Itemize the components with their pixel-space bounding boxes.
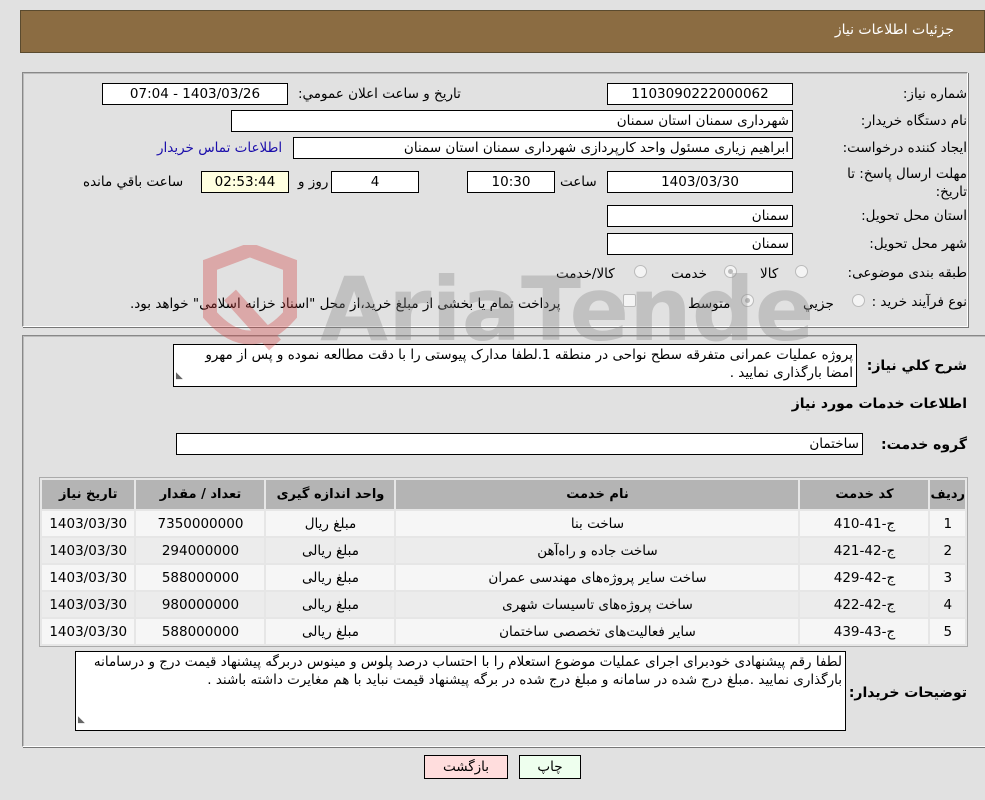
announce-date-label: تاريخ و ساعت اعلان عمومي: bbox=[298, 86, 461, 102]
buyer-notes-text: لطفا رقم پیشنهادی خودبرای اجرای عملیات م… bbox=[93, 654, 842, 688]
services-heading: اطلاعات خدمات مورد نياز bbox=[791, 396, 967, 412]
service-group-label: گروه خدمت: bbox=[881, 437, 967, 453]
cell-unit: مبلغ ریالی bbox=[266, 538, 395, 563]
cell-quantity: 588000000 bbox=[136, 619, 265, 644]
deadline-date-field[interactable]: 1403/03/30 bbox=[607, 171, 793, 193]
cell-need-date: 1403/03/30 bbox=[42, 565, 135, 590]
requester-label: ايجاد کننده درخواست: bbox=[842, 140, 967, 156]
buyer-org-label: نام دستگاه خريدار: bbox=[860, 113, 967, 129]
cell-unit: مبلغ ریالی bbox=[266, 592, 395, 617]
purchase-type-radio-minor[interactable] bbox=[852, 294, 865, 307]
table-row: 2 ج-42-421 ساخت جاده و راه‌آهن مبلغ ریالی 29… bbox=[42, 538, 965, 563]
remaining-time-label: ساعت باقي مانده bbox=[83, 174, 184, 190]
deadline-label: مهلت ارسال پاسخ: تا تاريخ: bbox=[847, 166, 967, 200]
buyer-contact-link[interactable]: اطلاعات تماس خريدار bbox=[157, 140, 282, 156]
cell-service-name: ساخت بنا bbox=[396, 511, 799, 536]
category-option-goods-service: کالا/خدمت bbox=[556, 266, 615, 282]
days-remaining-field[interactable]: 4 bbox=[331, 171, 419, 193]
table-header-row: رديف کد خدمت نام خدمت واحد اندازه گيری ت… bbox=[42, 480, 965, 509]
cell-need-date: 1403/03/30 bbox=[42, 592, 135, 617]
cell-service-name: ساخت جاده و راه‌آهن bbox=[396, 538, 799, 563]
cell-quantity: 294000000 bbox=[136, 538, 265, 563]
cell-row-number: 2 bbox=[930, 538, 965, 563]
cell-row-number: 1 bbox=[930, 511, 965, 536]
table-row: 5 ج-43-439 سایر فعالیت‌های تخصصی ساختمان مب… bbox=[42, 619, 965, 644]
city-field[interactable]: سمنان bbox=[607, 233, 793, 255]
table-row: 4 ج-42-422 ساخت پروژه‌های تاسیسات شهری مبلغ… bbox=[42, 592, 965, 617]
cell-service-code: ج-42-429 bbox=[800, 565, 929, 590]
purchase-type-label: نوع فرآيند خريد : bbox=[871, 294, 967, 310]
cell-service-code: ج-43-439 bbox=[800, 619, 929, 644]
services-table: رديف کد خدمت نام خدمت واحد اندازه گيری ت… bbox=[39, 477, 968, 647]
purchase-type-radio-medium[interactable] bbox=[741, 294, 754, 307]
cell-unit: مبلغ ریالی bbox=[266, 619, 395, 644]
cell-quantity: 980000000 bbox=[136, 592, 265, 617]
header-service-name: نام خدمت bbox=[396, 480, 799, 509]
header-quantity: تعداد / مقدار bbox=[136, 480, 265, 509]
announce-date-field[interactable]: 1403/03/26 - 07:04 bbox=[102, 83, 288, 105]
description-text: پروژه عملیات عمرانی متفرقه سطح نواحی در … bbox=[205, 347, 853, 381]
cell-quantity: 588000000 bbox=[136, 565, 265, 590]
header-need-date: تاريخ نياز bbox=[42, 480, 135, 509]
description-label: شرح کلي نياز: bbox=[866, 358, 967, 374]
requester-field[interactable]: ابراهیم زیاری مسئول واحد کارپردازی شهردا… bbox=[293, 137, 793, 159]
cell-quantity: 7350000000 bbox=[136, 511, 265, 536]
cell-need-date: 1403/03/30 bbox=[42, 511, 135, 536]
back-button[interactable]: بازگشت bbox=[424, 755, 508, 779]
remaining-time-field: 02:53:44 bbox=[201, 171, 289, 193]
table-row: 1 ج-41-410 ساخت بنا مبلغ ریال 7350000000 1403… bbox=[42, 511, 965, 536]
page-title: جزئیات اطلاعات نیاز bbox=[834, 22, 954, 38]
buyer-org-field[interactable]: شهرداری سمنان استان سمنان bbox=[231, 110, 793, 132]
days-label: روز و bbox=[298, 174, 329, 190]
need-number-field[interactable]: 1103090222000062 bbox=[607, 83, 793, 105]
cell-service-name: ساخت پروژه‌های تاسیسات شهری bbox=[396, 592, 799, 617]
cell-service-code: ج-41-410 bbox=[800, 511, 929, 536]
deadline-time-field[interactable]: 10:30 bbox=[467, 171, 555, 193]
services-table-wrapper: رديف کد خدمت نام خدمت واحد اندازه گيری ت… bbox=[39, 477, 968, 647]
description-textarea[interactable]: پروژه عملیات عمرانی متفرقه سطح نواحی در … bbox=[173, 344, 857, 387]
purchase-type-option-medium: متوسط bbox=[688, 296, 731, 312]
cell-need-date: 1403/03/30 bbox=[42, 619, 135, 644]
page-title-bar: جزئیات اطلاعات نیاز bbox=[20, 10, 985, 53]
treasury-note: پرداخت تمام يا بخشی از مبلغ خريد،از محل … bbox=[130, 296, 561, 312]
treasury-checkbox[interactable] bbox=[623, 294, 636, 307]
print-button[interactable]: چاپ bbox=[519, 755, 581, 779]
category-label: طبقه بندی موضوعی: bbox=[847, 265, 967, 281]
buyer-notes-label: توضيحات خريدار: bbox=[848, 685, 967, 701]
resize-grip-icon[interactable]: ◢ bbox=[176, 367, 183, 385]
need-number-label: شماره نیاز: bbox=[902, 86, 967, 102]
city-label: شهر محل تحويل: bbox=[869, 236, 967, 252]
purchase-type-option-minor: جزيي bbox=[803, 296, 834, 312]
cell-service-name: ساخت سایر پروژه‌های مهندسی عمران bbox=[396, 565, 799, 590]
cell-need-date: 1403/03/30 bbox=[42, 538, 135, 563]
cell-row-number: 3 bbox=[930, 565, 965, 590]
category-option-service: خدمت bbox=[671, 266, 707, 282]
table-row: 3 ج-42-429 ساخت سایر پروژه‌های مهندسی عمرا… bbox=[42, 565, 965, 590]
cell-unit: مبلغ ریالی bbox=[266, 565, 395, 590]
deadline-time-label: ساعت bbox=[560, 174, 597, 190]
category-radio-goods-service[interactable] bbox=[634, 265, 647, 278]
buyer-notes-textarea[interactable]: لطفا رقم پیشنهادی خودبرای اجرای عملیات م… bbox=[75, 651, 846, 731]
cell-row-number: 5 bbox=[930, 619, 965, 644]
header-row-number: رديف bbox=[930, 480, 965, 509]
resize-grip-icon[interactable]: ◢ bbox=[78, 711, 85, 729]
cell-row-number: 4 bbox=[930, 592, 965, 617]
header-unit: واحد اندازه گيری bbox=[266, 480, 395, 509]
cell-service-code: ج-42-421 bbox=[800, 538, 929, 563]
cell-service-code: ج-42-422 bbox=[800, 592, 929, 617]
header-service-code: کد خدمت bbox=[800, 480, 929, 509]
category-option-goods: کالا bbox=[760, 266, 779, 282]
province-field[interactable]: سمنان bbox=[607, 205, 793, 227]
service-group-field[interactable]: ساختمان bbox=[176, 433, 863, 455]
category-radio-goods[interactable] bbox=[795, 265, 808, 278]
cell-unit: مبلغ ریال bbox=[266, 511, 395, 536]
category-radio-service[interactable] bbox=[724, 265, 737, 278]
province-label: استان محل تحويل: bbox=[861, 208, 967, 224]
cell-service-name: سایر فعالیت‌های تخصصی ساختمان bbox=[396, 619, 799, 644]
